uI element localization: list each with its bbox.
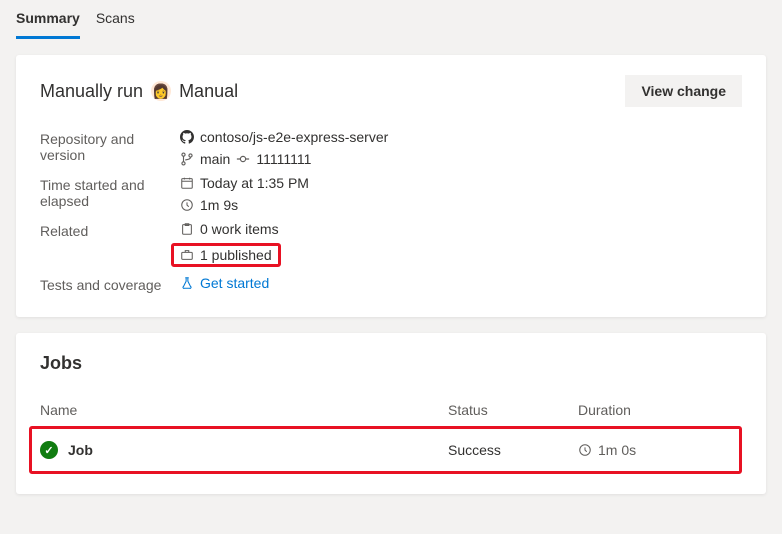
jobs-title: Jobs [40, 353, 742, 374]
branch[interactable]: main [180, 151, 230, 167]
tab-scans[interactable]: Scans [96, 0, 135, 39]
avatar: 👩 [151, 81, 171, 101]
started-time: Today at 1:35 PM [180, 175, 309, 191]
tab-summary[interactable]: Summary [16, 0, 80, 39]
job-name: Job [68, 442, 93, 458]
clock-icon [578, 443, 592, 457]
jobs-card: Jobs Name Status Duration ✓ Job Success … [16, 333, 766, 494]
repository[interactable]: contoso/js-e2e-express-server [180, 129, 388, 145]
clock-icon [180, 198, 194, 212]
view-change-button[interactable]: View change [625, 75, 742, 107]
tests-link[interactable]: Get started [180, 275, 269, 291]
table-row[interactable]: ✓ Job Success 1m 0s [29, 426, 742, 474]
highlight-published: 1 published [171, 243, 281, 267]
calendar-icon [180, 176, 194, 190]
repo-label: Repository and version [40, 129, 180, 163]
branch-icon [180, 152, 194, 166]
job-status: Success [448, 442, 578, 458]
github-icon [180, 130, 194, 144]
col-duration: Duration [578, 402, 742, 418]
elapsed-time: 1m 9s [180, 197, 309, 213]
col-name: Name [40, 402, 448, 418]
workitem-icon [180, 222, 194, 236]
summary-card: Manually run 👩 Manual View change Reposi… [16, 55, 766, 317]
published-artifacts[interactable]: 1 published [180, 247, 272, 263]
artifact-icon [180, 248, 194, 262]
beaker-icon [180, 276, 194, 290]
title-prefix: Manually run [40, 81, 143, 102]
work-items[interactable]: 0 work items [180, 221, 281, 237]
title-suffix: Manual [179, 81, 238, 102]
page-title: Manually run 👩 Manual [40, 81, 238, 102]
col-status: Status [448, 402, 578, 418]
tests-label: Tests and coverage [40, 275, 180, 293]
time-label: Time started and elapsed [40, 175, 180, 209]
success-icon: ✓ [40, 441, 58, 459]
job-duration: 1m 0s [598, 442, 636, 458]
tabs: Summary Scans [0, 0, 782, 39]
commit-icon [236, 152, 250, 166]
related-label: Related [40, 221, 180, 239]
jobs-header: Name Status Duration [40, 394, 742, 426]
commit[interactable]: 11111111 [236, 151, 311, 167]
